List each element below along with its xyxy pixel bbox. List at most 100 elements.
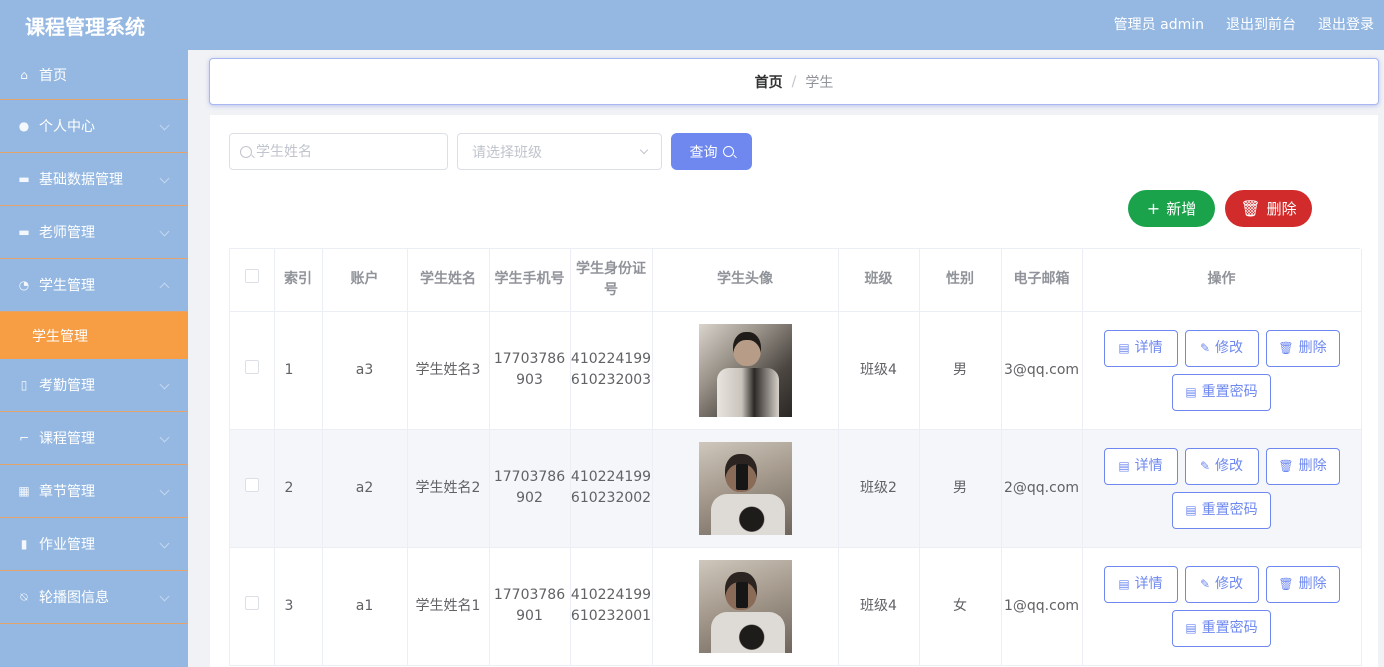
add-button[interactable]: + 新增 (1128, 190, 1215, 227)
crop-icon: ⌐ (18, 431, 30, 445)
home-icon: ⌂ (20, 67, 28, 82)
column-header: 学生身份证号 (570, 249, 653, 312)
reset-password-label: 重置密码 (1201, 383, 1258, 400)
sidebar-item-home[interactable]: ⌂ 首页 (0, 50, 188, 100)
student-name-search[interactable] (229, 133, 448, 170)
column-header: 操作 (1082, 249, 1362, 312)
edit-label: 修改 (1215, 457, 1244, 474)
row-checkbox[interactable] (244, 595, 259, 610)
name-cell: 学生姓名1 (407, 547, 490, 666)
table-header-row: 索引 账户 学生姓名 学生手机号 学生身份证号 学生头像 班级 性别 电子邮箱 … (230, 249, 1362, 312)
gender-cell: 女 (919, 547, 1002, 666)
search-icon (722, 146, 734, 157)
sidebar-item-label: 作业管理 (39, 537, 95, 553)
detail-label: 详情 (1134, 575, 1163, 592)
breadcrumb-home[interactable]: 首页 (755, 72, 783, 92)
delete-button[interactable]: 🗑 删除 (1265, 565, 1340, 603)
name-cell: 学生姓名3 (407, 311, 490, 430)
sidebar-item-students[interactable]: ◔ 学生管理 (0, 259, 188, 312)
row-select-cell (230, 547, 275, 666)
trash-icon: 🗑 (1240, 199, 1261, 218)
index-cell: 3 (274, 547, 323, 666)
table-row: 3 a1 学生姓名1 17703786901 41022419961023200… (230, 547, 1362, 666)
pencil-icon: ✎ (1199, 458, 1211, 473)
reset-password-button[interactable]: ▤ 重置密码 (1172, 491, 1271, 529)
row-select-cell (230, 311, 275, 430)
exit-to-front-link[interactable]: 退出到前台 (1226, 14, 1296, 34)
header-actions: 管理员 admin 退出到前台 退出登录 (1114, 14, 1374, 34)
delete-button[interactable]: 🗑 删除 (1265, 447, 1340, 485)
account-cell: a3 (322, 311, 408, 430)
trash-icon: 🗑 (1278, 576, 1294, 591)
dashboard-icon: ◔ (18, 278, 30, 292)
sidebar-item-attendance[interactable]: ▯ 考勤管理 (0, 359, 188, 412)
avatar-cell (652, 429, 839, 548)
briefcase-icon: ▬ (18, 225, 30, 239)
delete-button[interactable]: 🗑 删除 (1265, 329, 1340, 367)
gender-cell: 男 (919, 429, 1002, 548)
student-name-input[interactable] (256, 143, 436, 160)
document-icon: ▤ (1118, 340, 1130, 355)
search-icon (240, 145, 252, 158)
ticket-icon: ▬ (18, 172, 30, 186)
sidebar-item-chapters[interactable]: ▦ 章节管理 (0, 465, 188, 518)
chevron-down-icon (159, 173, 170, 184)
pencil-icon: ✎ (1199, 576, 1211, 591)
sidebar-item-label: 老师管理 (39, 225, 95, 241)
reset-password-label: 重置密码 (1201, 501, 1258, 518)
chevron-down-icon (639, 145, 649, 155)
avatar-cell (652, 311, 839, 430)
row-checkbox[interactable] (244, 477, 259, 492)
column-header: 账户 (322, 249, 408, 312)
class-cell: 班级4 (838, 547, 920, 666)
document-icon: ▤ (1118, 576, 1130, 591)
document-icon: ▤ (1185, 384, 1197, 399)
sidebar-item-homework[interactable]: ▮ 作业管理 (0, 518, 188, 571)
grid-icon: ▦ (18, 484, 30, 498)
detail-button[interactable]: ▤ 详情 (1103, 329, 1178, 367)
edit-button[interactable]: ✎ 修改 (1184, 565, 1259, 603)
delete-label: 删除 (1298, 575, 1327, 592)
row-checkbox[interactable] (244, 359, 259, 374)
reset-password-button[interactable]: ▤ 重置密码 (1172, 373, 1271, 411)
sidebar-item-courses[interactable]: ⌐ 课程管理 (0, 412, 188, 465)
sidebar-item-basic-data[interactable]: ▬ 基础数据管理 (0, 153, 188, 206)
chevron-down-icon (159, 120, 170, 131)
sidebar-item-teachers[interactable]: ▬ 老师管理 (0, 206, 188, 259)
batch-delete-button[interactable]: 🗑 删除 (1225, 190, 1312, 227)
query-button[interactable]: 查询 (671, 133, 752, 170)
sidebar-item-profile[interactable]: ● 个人中心 (0, 100, 188, 153)
delete-label: 删除 (1298, 457, 1327, 474)
microphone-icon: ▯ (20, 378, 28, 392)
student-table: 索引 账户 学生姓名 学生手机号 学生身份证号 学生头像 班级 性别 电子邮箱 … (229, 248, 1362, 666)
logout-link[interactable]: 退出登录 (1318, 14, 1374, 34)
avatar (698, 323, 792, 417)
sidebar-item-carousel[interactable]: ⍉ 轮播图信息 (0, 571, 188, 624)
edit-button[interactable]: ✎ 修改 (1184, 447, 1259, 485)
sidebar-item-label: 考勤管理 (39, 378, 95, 394)
select-all-checkbox[interactable] (244, 269, 259, 284)
sidebar-subitem-student-management[interactable]: 学生管理 (0, 312, 188, 359)
notebook-icon: ▮ (20, 537, 28, 551)
add-button-label: 新增 (1166, 200, 1197, 218)
id-card-cell: 410224199610232002 (570, 429, 653, 548)
sidebar-item-label: 学生管理 (39, 278, 95, 294)
class-select[interactable]: 请选择班级 (457, 133, 662, 170)
index-cell: 1 (274, 311, 323, 430)
detail-button[interactable]: ▤ 详情 (1103, 565, 1178, 603)
avatar (698, 441, 792, 535)
operations-cell: ▤ 详情 ✎ 修改 🗑 删除 ▤ 重置密码 (1082, 547, 1362, 666)
edit-label: 修改 (1215, 575, 1244, 592)
row-select-cell (230, 429, 275, 548)
edit-button[interactable]: ✎ 修改 (1184, 329, 1259, 367)
column-header: 学生头像 (652, 249, 839, 312)
column-header: 电子邮箱 (1001, 249, 1083, 312)
breadcrumb-separator: / (791, 73, 797, 90)
detail-button[interactable]: ▤ 详情 (1103, 447, 1178, 485)
trash-icon: 🗑 (1278, 340, 1294, 355)
gender-cell: 男 (919, 311, 1002, 430)
id-card-cell: 410224199610232001 (570, 547, 653, 666)
reset-password-button[interactable]: ▤ 重置密码 (1172, 609, 1271, 647)
email-cell: 2@qq.com (1001, 429, 1083, 548)
phone-shape (735, 463, 748, 490)
